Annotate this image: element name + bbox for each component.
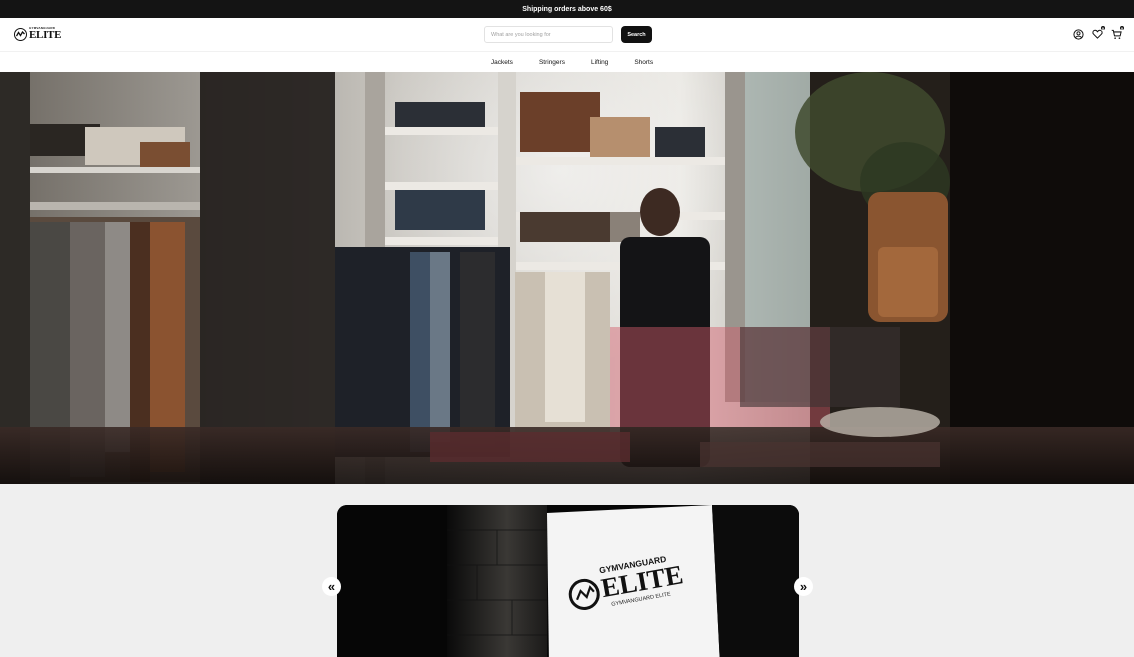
announcement-text: Shipping orders above 60$ xyxy=(522,5,612,13)
clothing-store-photo xyxy=(0,72,1134,484)
search-bar: Search xyxy=(484,26,652,43)
category-nav: Jackets Stringers Lifting Shorts xyxy=(0,51,1134,72)
heart-icon[interactable]: 0 xyxy=(1091,25,1106,40)
logo-big-text: ELITE xyxy=(29,29,62,41)
cart-icon[interactable]: 0 xyxy=(1110,25,1125,40)
announcement-bar: Shipping orders above 60$ xyxy=(0,0,1134,18)
carousel-prev-button[interactable]: « xyxy=(322,577,341,596)
logo-mark-icon xyxy=(14,27,27,41)
nav-item-jackets[interactable]: Jackets xyxy=(491,59,513,66)
brand-carousel: GYMVANGUARD ELITE GYMVANGUARD ELITE « » xyxy=(0,484,1134,657)
cart-count-badge: 0 xyxy=(1119,25,1125,31)
carousel-next-button[interactable]: » xyxy=(794,577,813,596)
header-actions: 0 0 xyxy=(1072,25,1125,40)
hero-banner-image xyxy=(0,72,1134,484)
nav-item-stringers[interactable]: Stringers xyxy=(539,59,565,66)
nav-item-lifting[interactable]: Lifting xyxy=(591,59,608,66)
nav-item-shorts[interactable]: Shorts xyxy=(634,59,653,66)
user-circle-icon[interactable] xyxy=(1072,28,1084,40)
site-header: GYMVANGUARD ELITE Search 0 0 xyxy=(0,18,1134,51)
search-input[interactable] xyxy=(484,26,613,43)
search-button[interactable]: Search xyxy=(621,26,652,43)
wishlist-count-badge: 0 xyxy=(1100,25,1106,31)
site-logo[interactable]: GYMVANGUARD ELITE xyxy=(14,27,61,41)
carousel-slide: GYMVANGUARD ELITE GYMVANGUARD ELITE xyxy=(337,505,799,657)
storefront-sign-photo: GYMVANGUARD ELITE GYMVANGUARD ELITE xyxy=(337,505,799,657)
